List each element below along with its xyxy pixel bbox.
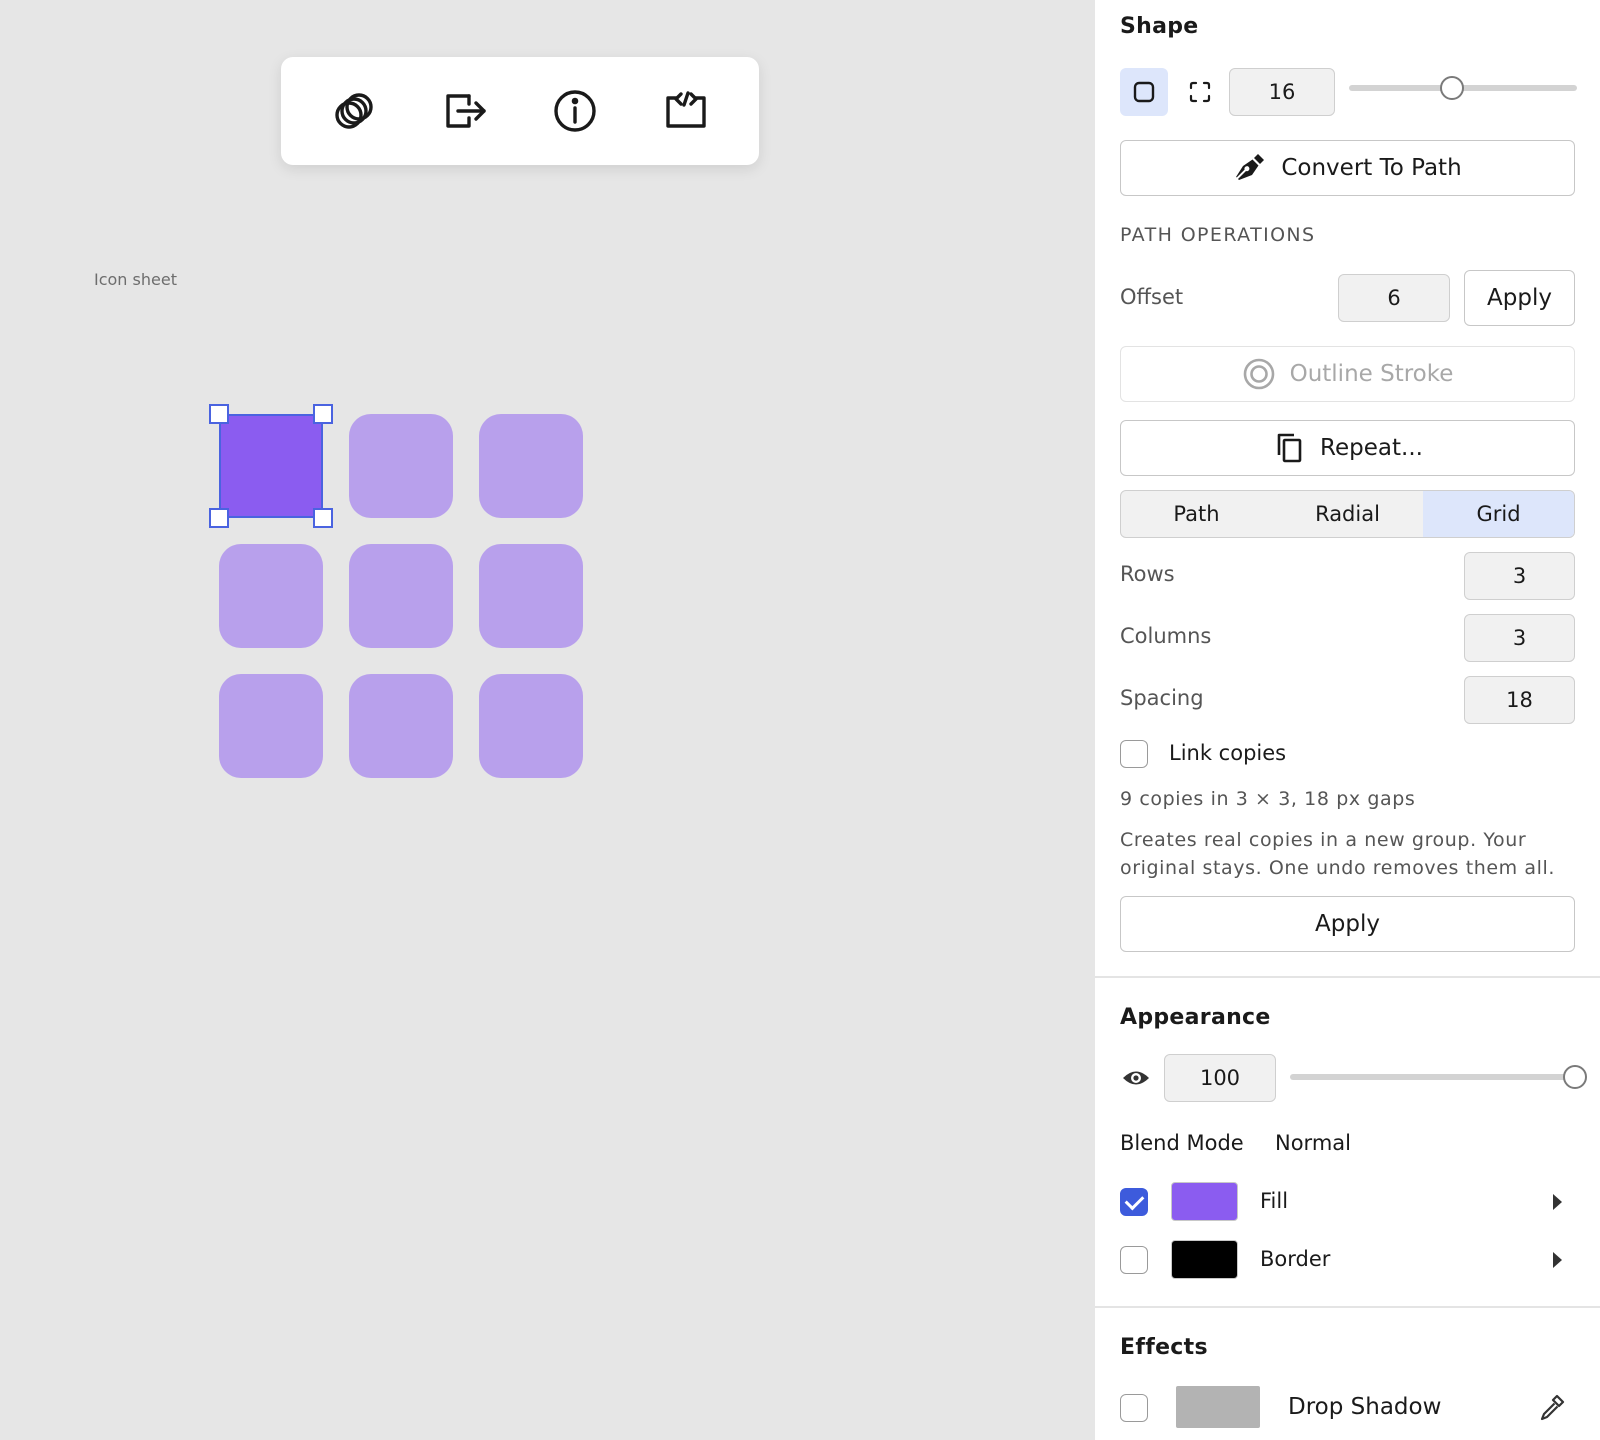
convert-to-path-label: Convert To Path [1281, 155, 1462, 181]
tab-grid[interactable]: Grid [1423, 491, 1574, 537]
spacing-label: Spacing [1120, 686, 1204, 710]
floating-toolbar [281, 57, 759, 165]
repeat-summary: 9 copies in 3 × 3, 18 px gaps [1120, 788, 1416, 810]
corners-icon [1189, 81, 1211, 103]
fill-expand-arrow-icon[interactable] [1553, 1194, 1562, 1210]
fill-label: Fill [1260, 1189, 1289, 1213]
offset-label: Offset [1120, 285, 1184, 309]
columns-input[interactable]: 3 [1464, 614, 1575, 662]
shape-tile[interactable] [349, 414, 453, 518]
repeat-button[interactable]: Repeat... [1120, 420, 1575, 476]
export-icon [446, 94, 486, 128]
resize-handle[interactable] [313, 508, 333, 528]
tab-path[interactable]: Path [1121, 491, 1272, 537]
uniform-corners-toggle[interactable] [1120, 68, 1168, 116]
artboard-label[interactable]: Icon sheet [94, 270, 177, 289]
shape-tile[interactable] [219, 674, 323, 778]
opacity-slider[interactable] [1290, 1074, 1575, 1080]
fill-checkbox[interactable] [1120, 1188, 1148, 1216]
shape-tile[interactable] [349, 674, 453, 778]
shape-tile[interactable] [219, 544, 323, 648]
independent-corners-toggle[interactable] [1176, 68, 1224, 116]
eyedropper-icon[interactable] [1538, 1393, 1566, 1421]
opacity-input[interactable]: 100 [1164, 1054, 1276, 1102]
outline-ring-icon [1243, 358, 1274, 390]
opacity-slider-knob[interactable] [1563, 1065, 1587, 1089]
fill-color-swatch[interactable] [1171, 1182, 1238, 1221]
effects-section-title: Effects [1120, 1335, 1208, 1360]
eye-icon[interactable] [1122, 1068, 1150, 1088]
drop-shadow-checkbox[interactable] [1120, 1394, 1148, 1422]
tab-radial[interactable]: Radial [1272, 491, 1423, 537]
border-color-swatch[interactable] [1171, 1240, 1238, 1279]
corner-radius-input[interactable]: 16 [1229, 68, 1335, 116]
appearance-section-title: Appearance [1120, 1005, 1271, 1030]
spacing-input[interactable]: 18 [1464, 676, 1575, 724]
overlap-circles-icon [335, 93, 373, 129]
blend-mode-label: Blend Mode [1120, 1131, 1244, 1155]
drop-shadow-label: Drop Shadow [1288, 1394, 1442, 1420]
shape-tile[interactable] [479, 544, 583, 648]
convert-to-path-button[interactable]: Convert To Path [1120, 140, 1575, 196]
columns-label: Columns [1120, 624, 1212, 648]
boolean-ops-button[interactable] [322, 79, 386, 143]
shape-tile[interactable] [479, 414, 583, 518]
offset-input[interactable]: 6 [1338, 274, 1450, 322]
section-divider [1095, 976, 1600, 978]
info-icon [554, 90, 596, 132]
resize-handle[interactable] [209, 404, 229, 424]
properties-panel: Shape 16 Convert To Path PATH OPERATIONS… [1095, 0, 1600, 1440]
resize-handle[interactable] [313, 404, 333, 424]
link-copies-label: Link copies [1169, 741, 1287, 765]
link-copies-checkbox[interactable] [1120, 740, 1148, 768]
export-button[interactable] [433, 79, 497, 143]
repeat-mode-segmented: Path Radial Grid [1120, 490, 1575, 538]
border-expand-arrow-icon[interactable] [1553, 1252, 1562, 1268]
code-embed-button[interactable] [654, 79, 718, 143]
info-button[interactable] [543, 79, 607, 143]
rows-label: Rows [1120, 562, 1175, 586]
rows-input[interactable]: 3 [1464, 552, 1575, 600]
copy-icon [1277, 433, 1302, 463]
repeat-help-line-2: original stays. One undo removes them al… [1120, 857, 1556, 879]
repeat-apply-button[interactable]: Apply [1120, 896, 1575, 952]
pen-tool-icon [1236, 154, 1265, 180]
repeat-label: Repeat... [1320, 435, 1423, 461]
path-operations-caption: PATH OPERATIONS [1120, 224, 1316, 246]
border-label: Border [1260, 1247, 1331, 1271]
selected-shape-tile[interactable] [219, 414, 323, 518]
border-checkbox[interactable] [1120, 1246, 1148, 1274]
offset-apply-button[interactable]: Apply [1464, 270, 1575, 326]
resize-handle[interactable] [209, 508, 229, 528]
shape-tile[interactable] [479, 674, 583, 778]
corner-radius-slider-knob[interactable] [1439, 76, 1464, 100]
rounded-square-icon [1133, 81, 1155, 103]
repeat-help-line-1: Creates real copies in a new group. Your [1120, 829, 1527, 851]
blend-mode-select[interactable]: Normal [1275, 1131, 1351, 1155]
canvas[interactable]: Icon sheet [0, 0, 1095, 1440]
code-embed-icon [666, 91, 706, 128]
shape-section-title: Shape [1120, 14, 1199, 39]
outline-stroke-label: Outline Stroke [1289, 361, 1454, 387]
drop-shadow-swatch[interactable] [1176, 1386, 1260, 1428]
section-divider [1095, 1306, 1600, 1308]
outline-stroke-button[interactable]: Outline Stroke [1120, 346, 1575, 402]
shape-tile[interactable] [349, 544, 453, 648]
